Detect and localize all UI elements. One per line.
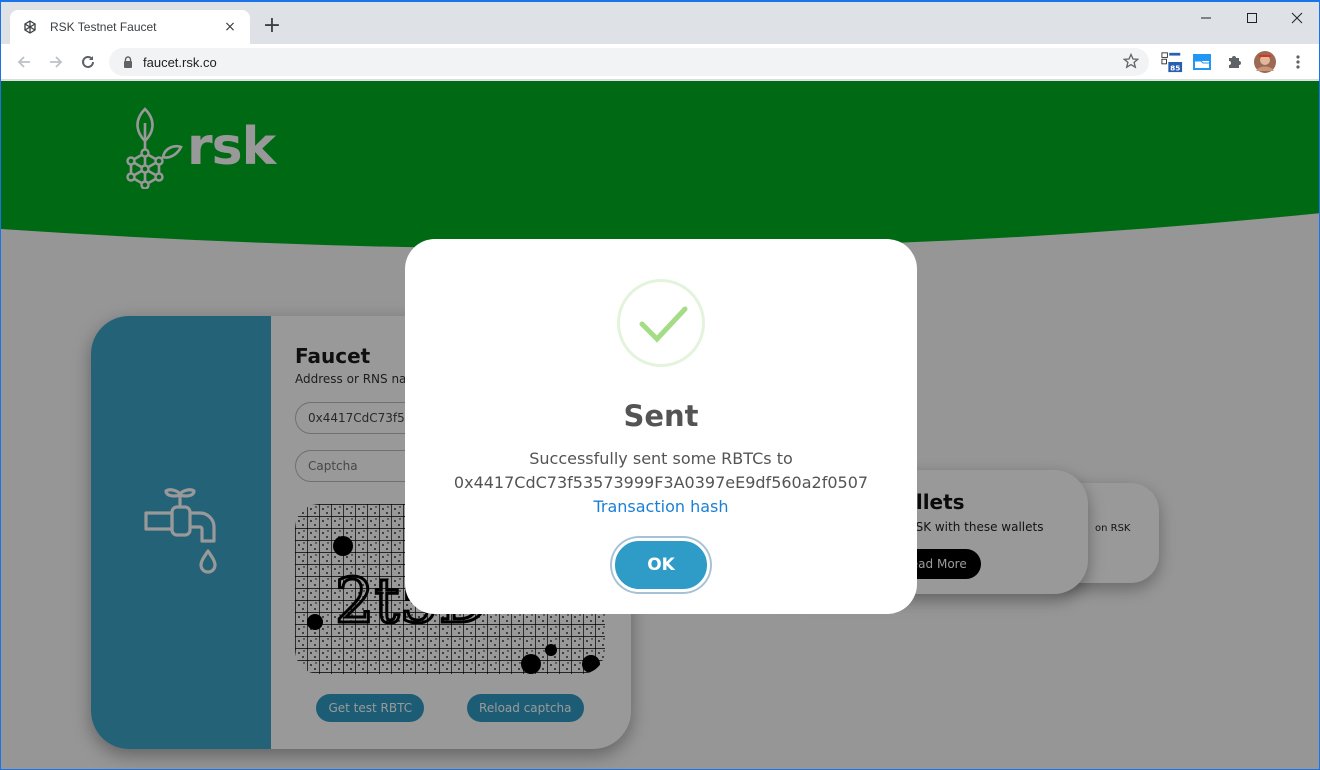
dialog-title: Sent bbox=[623, 399, 699, 433]
profile-avatar[interactable] bbox=[1254, 51, 1276, 73]
url-text: faucet.rsk.co bbox=[143, 54, 217, 70]
window-extension-icon[interactable] bbox=[1191, 51, 1213, 73]
dialog-message: Successfully sent some RBTCs to 0x4417Cd… bbox=[405, 447, 917, 519]
rsk-favicon-icon bbox=[22, 19, 38, 35]
browser-window: RSK Testnet Faucet × + faucet.rsk.co 85 … bbox=[0, 0, 1320, 770]
tab-strip: RSK Testnet Faucet × + bbox=[1, 2, 1319, 44]
tab-rsk-faucet[interactable]: RSK Testnet Faucet × bbox=[10, 10, 250, 44]
browser-menu-icon[interactable] bbox=[1287, 51, 1309, 73]
minimize-button[interactable] bbox=[1183, 2, 1229, 34]
extensions-puzzle-icon[interactable] bbox=[1223, 51, 1245, 73]
success-check-icon bbox=[617, 279, 705, 367]
forward-button[interactable] bbox=[42, 48, 70, 76]
dialog-address: 0x4417CdC73f53573999F3A0397eE9df560a2f05… bbox=[453, 473, 869, 492]
transaction-hash-link[interactable]: Transaction hash bbox=[405, 495, 917, 519]
address-bar[interactable]: faucet.rsk.co bbox=[109, 48, 1149, 76]
tab-close-icon[interactable]: × bbox=[222, 19, 238, 35]
new-tab-button[interactable]: + bbox=[259, 14, 285, 40]
arrow-left-icon bbox=[17, 56, 30, 68]
reload-button[interactable] bbox=[74, 48, 102, 76]
reload-icon bbox=[82, 55, 94, 68]
ok-button[interactable]: OK bbox=[612, 538, 710, 592]
success-dialog: Sent Successfully sent some RBTCs to 0x4… bbox=[405, 239, 917, 614]
page-content: rsk Faucet Address or RNS name Captcha G… bbox=[1, 81, 1319, 769]
bookmark-star-icon[interactable] bbox=[1122, 52, 1140, 73]
dialog-message-text: Successfully sent some RBTCs to bbox=[529, 449, 793, 468]
lock-icon bbox=[124, 56, 132, 68]
extension-badge-icon[interactable]: 85 bbox=[1161, 51, 1183, 73]
svg-text:85: 85 bbox=[1170, 63, 1180, 72]
back-button[interactable] bbox=[10, 48, 38, 76]
close-window-button[interactable] bbox=[1274, 2, 1319, 34]
tab-title: RSK Testnet Faucet bbox=[50, 20, 157, 34]
maximize-button[interactable] bbox=[1229, 2, 1275, 34]
arrow-right-icon bbox=[50, 56, 63, 68]
browser-toolbar: faucet.rsk.co 85 bbox=[1, 44, 1319, 80]
